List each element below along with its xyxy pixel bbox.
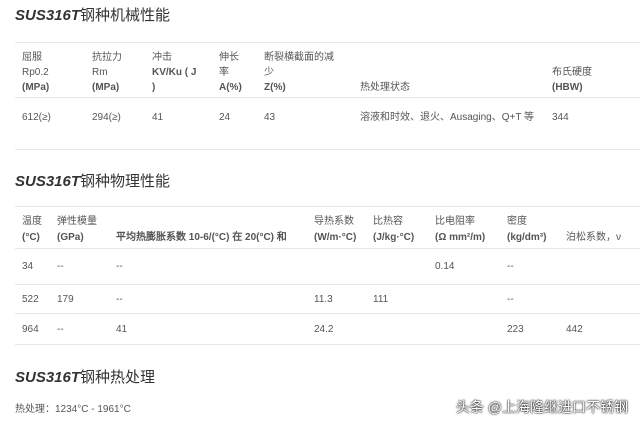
table-cell: (MPa) xyxy=(22,82,50,93)
table-cell: ) xyxy=(152,82,156,93)
table-cell: KV/Ku ( J xyxy=(152,67,197,78)
table-cell: (J/kg·°C) xyxy=(373,232,415,243)
divider xyxy=(15,97,640,98)
table-cell: 179 xyxy=(57,294,74,305)
table-cell: 屈服 xyxy=(22,52,42,63)
table-cell: 43 xyxy=(264,112,276,123)
table-cell: (W/m·°C) xyxy=(314,232,357,243)
table-cell: (MPa) xyxy=(92,82,120,93)
divider xyxy=(15,149,640,150)
table-cell: 比热容 xyxy=(373,216,403,227)
table-cell: 24 xyxy=(219,112,231,123)
table-cell: 24.2 xyxy=(314,324,334,335)
table-cell: 布氏硬度 xyxy=(552,67,592,78)
table-cell: 泊松系数，ν xyxy=(566,232,621,243)
table-cell: 溶液和时效、退火、Ausaging、Q+T 等 xyxy=(360,112,535,123)
table-cell: 294(≥) xyxy=(92,112,121,123)
heat-title: SUS316T钢种热处理 xyxy=(15,369,156,386)
table-cell: 温度 xyxy=(22,216,42,227)
table-cell: -- xyxy=(116,294,123,305)
table-cell: A(%) xyxy=(219,82,242,93)
phys-title: SUS316T钢种物理性能 xyxy=(15,173,171,190)
divider xyxy=(15,284,640,285)
table-cell: -- xyxy=(507,294,514,305)
table-cell: (kg/dm³) xyxy=(507,232,547,243)
table-cell: 比电阻率 xyxy=(435,216,475,227)
table-cell: 442 xyxy=(566,324,583,335)
table-cell: -- xyxy=(116,261,123,272)
table-cell: 0.14 xyxy=(435,261,455,272)
divider xyxy=(15,248,640,249)
table-cell: 冲击 xyxy=(152,52,172,63)
table-cell: 抗拉力 xyxy=(92,52,122,63)
table-cell: (Ω mm²/m) xyxy=(435,232,486,243)
table-cell: -- xyxy=(57,261,64,272)
table-cell: (HBW) xyxy=(552,82,583,93)
table-cell: 34 xyxy=(22,261,34,272)
table-cell: 41 xyxy=(116,324,128,335)
table-cell: 弹性模量 xyxy=(57,216,97,227)
table-cell: 导热系数 xyxy=(314,216,354,227)
table-cell: 111 xyxy=(373,294,389,305)
table-cell: 522 xyxy=(22,294,39,305)
table-cell: 612(≥) xyxy=(22,112,51,123)
table-cell: (GPa) xyxy=(57,232,84,243)
table-cell: -- xyxy=(57,324,64,335)
divider xyxy=(15,206,640,207)
table-cell: 344 xyxy=(552,112,569,123)
divider xyxy=(15,313,640,314)
table-cell: 率 xyxy=(219,67,229,78)
table-cell: 伸长 xyxy=(219,52,239,63)
table-cell: 断裂横截面的减 xyxy=(264,52,334,63)
table-cell: 平均热膨胀系数 10-6/(°C) 在 20(°C) 和 xyxy=(116,232,287,243)
table-cell: 热处理状态 xyxy=(360,82,410,93)
table-cell: 223 xyxy=(507,324,524,335)
table-cell: 11.3 xyxy=(314,294,333,305)
divider xyxy=(15,344,640,345)
heat-text: 热处理：1234°C - 1961°C xyxy=(15,404,131,415)
table-cell: Rp0.2 xyxy=(22,67,49,78)
table-cell: -- xyxy=(507,261,514,272)
table-cell: 少 xyxy=(264,67,274,78)
mech-title: SUS316T钢种机械性能 xyxy=(15,7,171,24)
divider xyxy=(15,42,640,43)
watermark: 头条 @上海隆继进口不锈钢 xyxy=(455,399,628,415)
table-cell: (°C) xyxy=(22,232,40,243)
table-cell: Z(%) xyxy=(264,82,286,93)
table-cell: Rm xyxy=(92,67,108,78)
table-cell: 964 xyxy=(22,324,39,335)
table-cell: 41 xyxy=(152,112,164,123)
table-cell: 密度 xyxy=(507,216,527,227)
